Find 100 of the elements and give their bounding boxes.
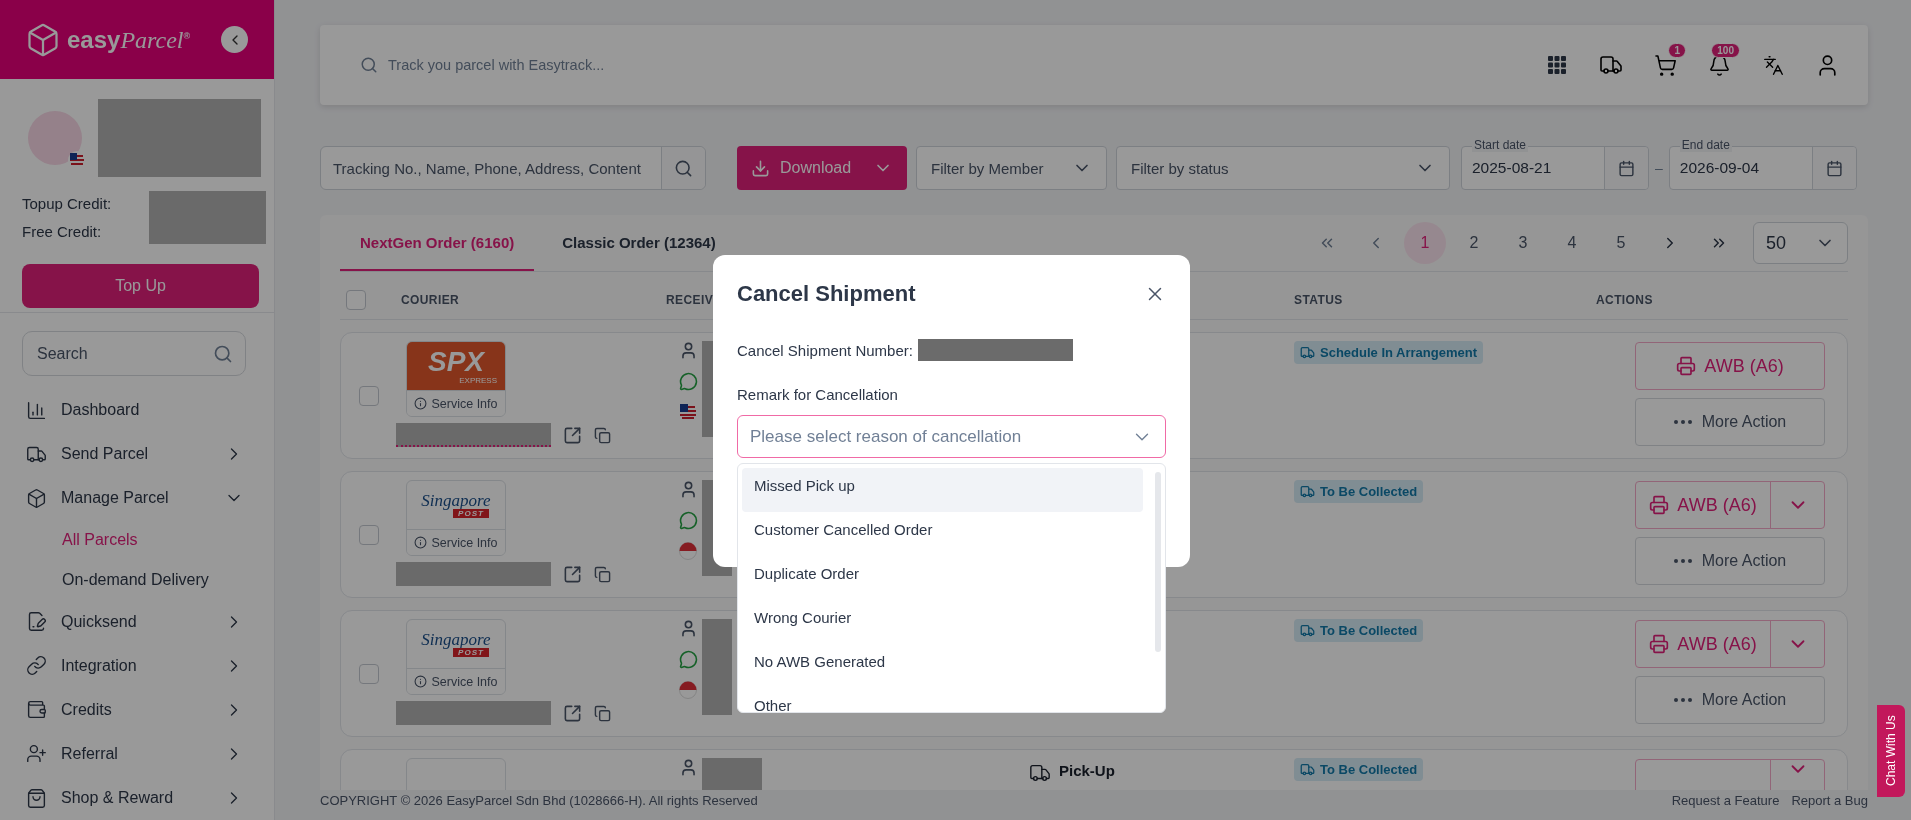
status-badge: To Be Collected: [1294, 619, 1424, 642]
search-placeholder: Search: [37, 344, 88, 363]
order-tab[interactable]: Classic Order (12364): [542, 215, 736, 271]
logo-icon: [25, 21, 61, 58]
awb-button[interactable]: AWB (A6): [1636, 343, 1824, 389]
select-placeholder: Filter by Member: [931, 159, 1044, 177]
page-size-select[interactable]: 50: [1753, 222, 1848, 264]
nav-item[interactable]: Credits: [0, 687, 274, 732]
user-plus-icon: [26, 743, 47, 765]
nav-subitem[interactable]: All Parcels: [0, 520, 274, 561]
external-link-icon[interactable]: [563, 703, 582, 723]
page-button[interactable]: 3: [1502, 222, 1544, 264]
logo-wordmark: Singapore: [421, 492, 491, 509]
ellipsis-icon: [1673, 559, 1692, 563]
person-icon: [679, 758, 698, 777]
service-info-button[interactable]: Service Info: [407, 529, 505, 555]
track-search-field[interactable]: Track you parcel with Easytrack...: [360, 56, 1530, 74]
external-link-icon[interactable]: [563, 564, 582, 584]
dropdown-option[interactable]: Wrong Courier: [742, 600, 1143, 644]
ellipsis-icon: [1673, 698, 1692, 702]
nav-subitem[interactable]: On-demand Delivery: [0, 560, 274, 600]
whatsapp-icon[interactable]: [679, 650, 698, 669]
page-button[interactable]: 4: [1551, 222, 1593, 264]
scrollbar[interactable]: [1155, 472, 1161, 652]
select-all-checkbox[interactable]: [345, 289, 366, 310]
dropdown-option[interactable]: Customer Cancelled Order: [742, 512, 1143, 556]
nav-item[interactable]: Referral: [0, 731, 274, 776]
service-info-button[interactable]: Service Info: [407, 390, 505, 416]
page-button[interactable]: 5: [1600, 222, 1642, 264]
row-checkbox[interactable]: [358, 524, 379, 545]
top-up-button[interactable]: Top Up: [22, 264, 259, 308]
row-checkbox[interactable]: [358, 385, 379, 406]
logo-wordmark: Singapore: [421, 631, 491, 648]
nav-item[interactable]: Send Parcel: [0, 432, 274, 477]
whatsapp-icon[interactable]: [679, 372, 698, 391]
credit-label: Free Credit:: [22, 223, 103, 241]
page-button[interactable]: 2: [1453, 222, 1495, 264]
chat-tab[interactable]: Chat With Us: [1877, 705, 1905, 797]
nav-label: Quicksend: [61, 612, 138, 631]
order-tab[interactable]: NextGen Order (6160): [340, 215, 535, 271]
notification-badge: 100: [1711, 43, 1740, 58]
info-icon: [414, 675, 428, 688]
field-label: Remark for Cancellation: [737, 386, 899, 403]
truck-icon: [1029, 762, 1051, 784]
ellipsis-icon: [1673, 420, 1692, 424]
more-action-button[interactable]: More Action: [1635, 398, 1825, 446]
search-field[interactable]: Search: [22, 330, 246, 377]
footer-link[interactable]: Request a Feature: [1671, 793, 1780, 808]
more-action-button[interactable]: More Action: [1635, 676, 1825, 724]
logo-wordmark: SPX: [428, 347, 484, 376]
dropdown-option[interactable]: Missed Pick up: [742, 468, 1143, 512]
credit-label: Topup Credit:: [22, 195, 112, 213]
copy-icon[interactable]: [594, 426, 611, 444]
dropdown-option[interactable]: Duplicate Order: [742, 556, 1143, 600]
nav-item[interactable]: Shop & Reward: [0, 776, 274, 820]
page-button[interactable]: 1: [1404, 222, 1446, 264]
more-action-button[interactable]: More Action: [1635, 537, 1825, 585]
copyright-text: COPYRIGHT © 2026 EasyParcel Sdn Bhd (1028666-H). All rights Reserved: [320, 793, 758, 808]
awb-button[interactable]: AWB (A6): [1636, 482, 1770, 528]
member-filter-select[interactable]: Filter by Member: [916, 146, 1107, 190]
external-link-icon[interactable]: [563, 425, 582, 445]
copy-icon[interactable]: [594, 565, 611, 583]
column-header: ACTIONS: [1595, 292, 1653, 307]
nav-label: Manage Parcel: [61, 489, 170, 508]
pickup-type: Pick-Up: [1059, 762, 1115, 779]
row-checkbox[interactable]: [358, 663, 379, 684]
nav-item[interactable]: Dashboard: [0, 388, 274, 433]
nav-item[interactable]: Manage Parcel: [0, 476, 274, 521]
cart-icon[interactable]: [1652, 52, 1678, 78]
status-filter-select[interactable]: Filter by status: [1116, 146, 1450, 190]
logo-tagline: POST: [453, 509, 489, 518]
nav-item[interactable]: Integration: [0, 643, 274, 688]
column-header: STATUS: [1293, 292, 1343, 307]
redacted-block: [702, 758, 762, 790]
reason-select[interactable]: Please select reason of cancellation: [737, 415, 1166, 458]
awb-button[interactable]: AWB (A6): [1636, 621, 1770, 667]
link-icon: [26, 655, 47, 677]
search-icon: [360, 56, 378, 74]
nav-item[interactable]: Quicksend: [0, 599, 274, 644]
dropdown-option[interactable]: No AWB Generated: [742, 644, 1143, 688]
select-value: 50: [1766, 232, 1787, 254]
copy-icon[interactable]: [594, 704, 611, 722]
whatsapp-icon[interactable]: [679, 511, 698, 530]
download-button[interactable]: Download: [737, 146, 907, 190]
date-separator: –: [1655, 160, 1663, 176]
nav-label: Integration: [61, 656, 138, 675]
flag-icon: [679, 403, 697, 421]
logo-tagline: EXPRESS: [459, 375, 497, 385]
info-icon: [414, 536, 428, 549]
dialog-title: Cancel Shipment: [737, 281, 916, 307]
printer-icon: [1649, 495, 1670, 515]
bag-icon: [26, 787, 47, 809]
dropdown-option[interactable]: Other: [742, 688, 1143, 712]
collapse-button[interactable]: [221, 26, 248, 54]
logo-wordmark: easyParcel$^{®}$: [67, 25, 191, 54]
service-info-button[interactable]: Service Info: [407, 668, 505, 694]
person-icon: [679, 480, 698, 499]
footer-link[interactable]: Report a Bug: [1791, 793, 1868, 808]
status-badge: To Be Collected: [1294, 480, 1424, 503]
select-placeholder: Please select reason of cancellation: [750, 426, 1022, 447]
